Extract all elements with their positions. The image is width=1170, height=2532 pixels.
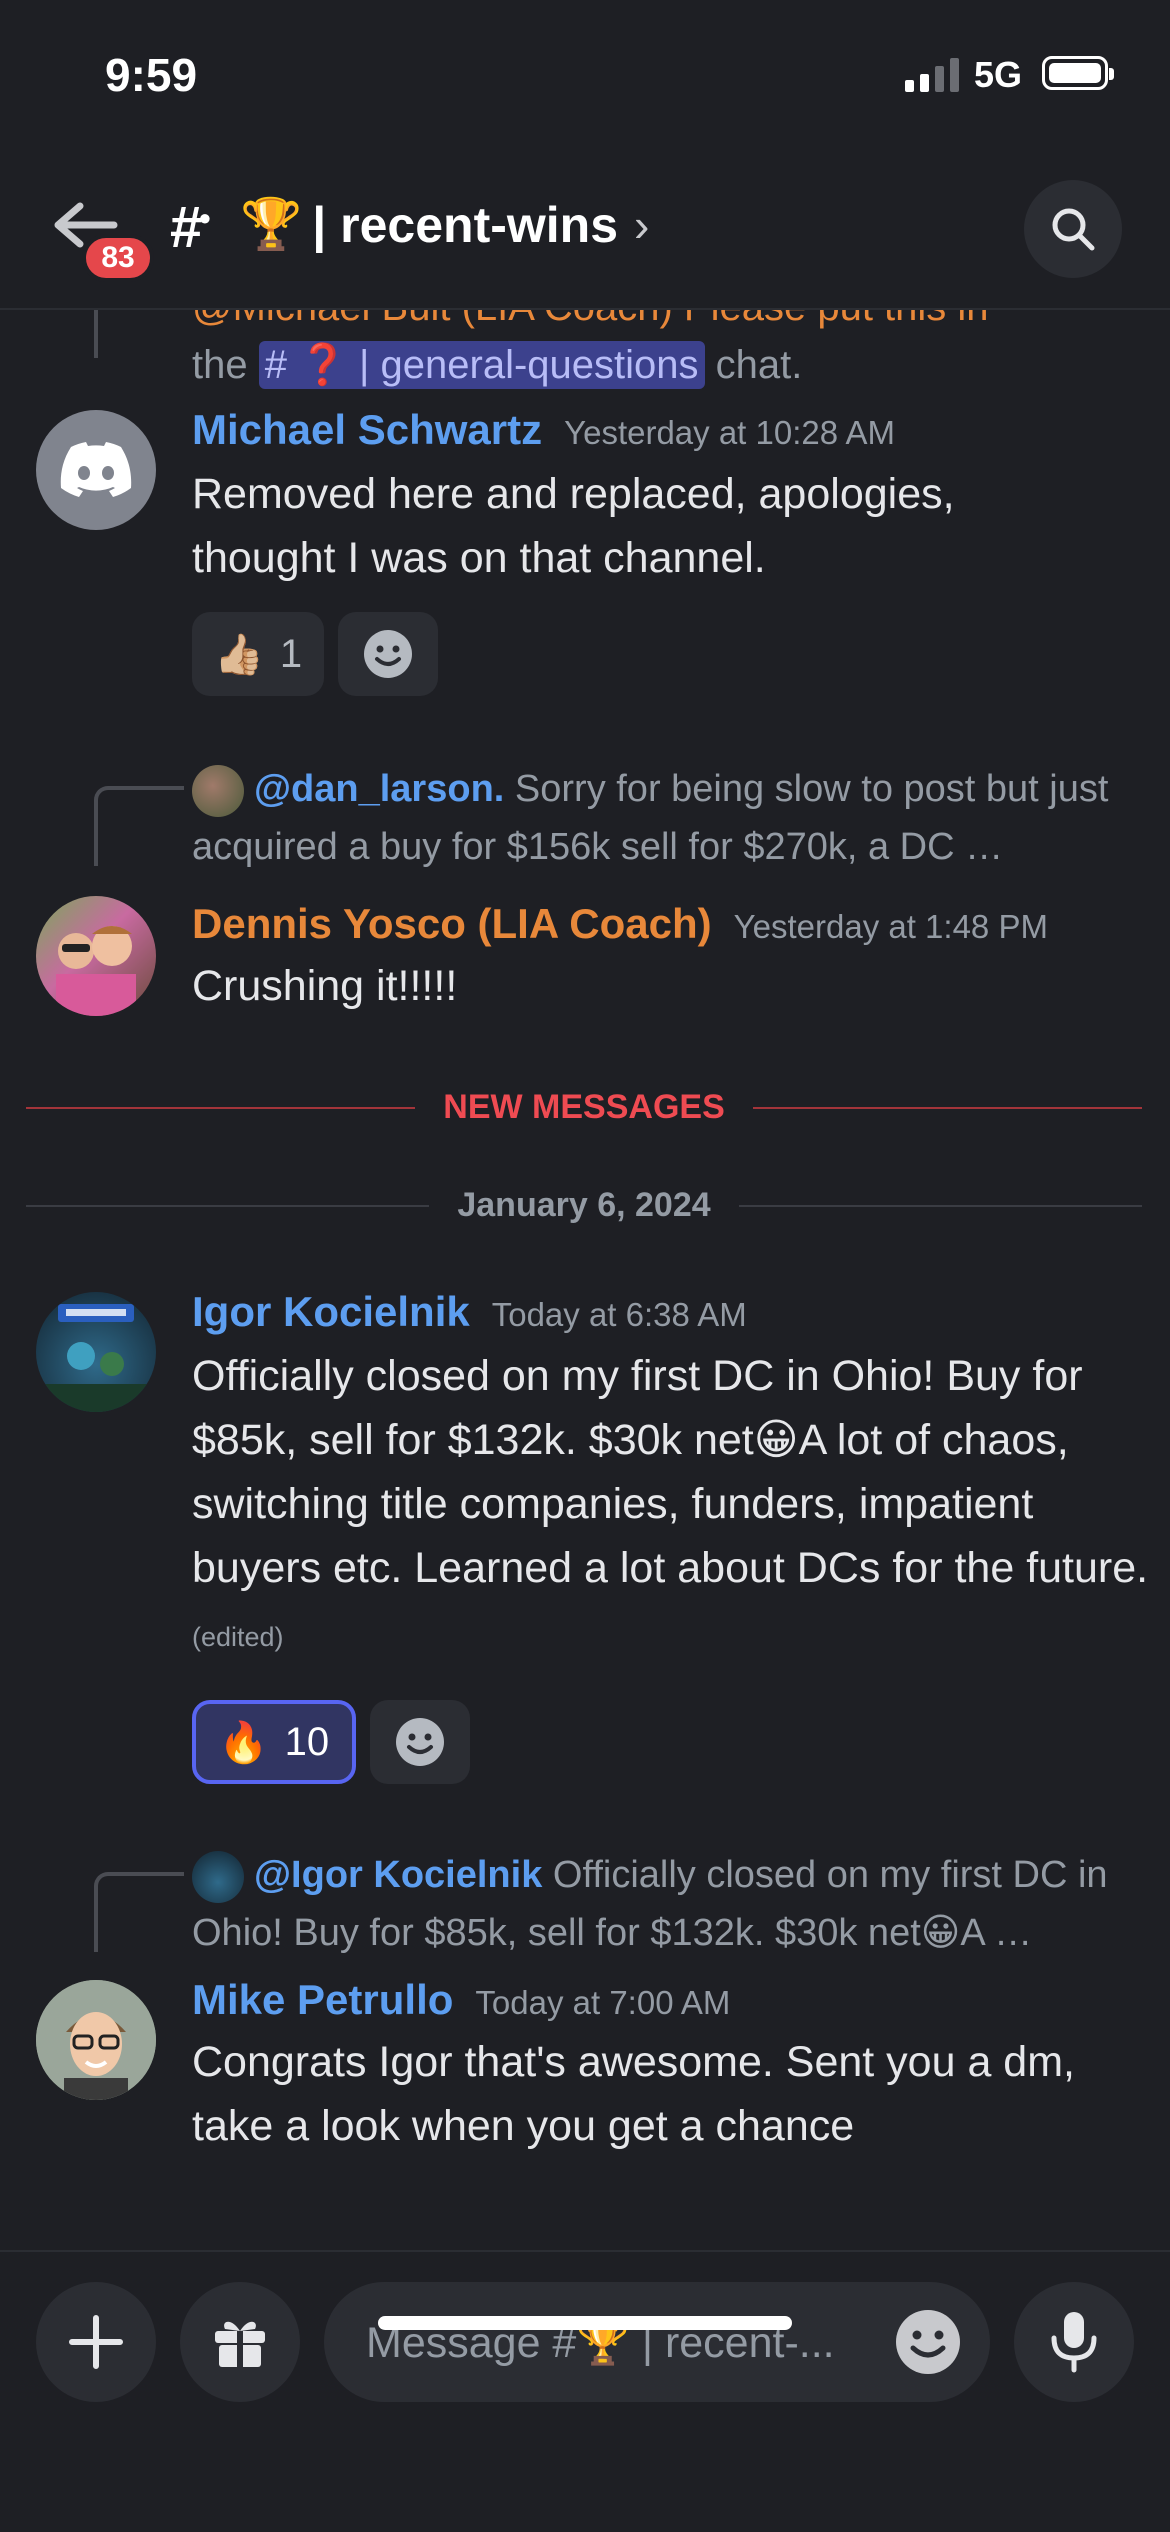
author-name[interactable]: Mike Petrullo Today at 7:00 AM <box>192 1976 730 2024</box>
date-divider: January 6, 2024 <box>26 1186 1143 1225</box>
add-reaction-icon <box>396 1718 444 1766</box>
partial-top-line: @Michael Bult (LIA Coach) Please put thi… <box>192 310 1132 336</box>
message-body: Officially closed on my first DC in Ohio… <box>192 1352 1149 1652</box>
edited-label: (edited) <box>192 1622 284 1652</box>
signal-strength-icon <box>905 58 959 92</box>
microphone-icon <box>1051 2312 1097 2373</box>
reply-preview[interactable]: @dan_larson. Sorry for being slow to pos… <box>192 760 1132 876</box>
channel-header: 83 #● 🏆 | recent-wins › <box>0 150 1170 310</box>
channel-name: | recent-wins <box>312 196 619 253</box>
avatar-mike-petrullo[interactable] <box>36 1980 156 2100</box>
add-attachment-button[interactable] <box>36 2282 156 2402</box>
channel-mention[interactable]: # ❓ | general-questions <box>258 341 705 389</box>
avatar-dennis-yosco[interactable] <box>36 896 156 1016</box>
reply-avatar <box>192 1850 244 1903</box>
channel-hash-icon: #● <box>170 195 212 260</box>
message-body: Removed here and replaced, apologies, th… <box>192 470 955 582</box>
add-reaction-icon <box>364 630 413 678</box>
emoji-icon[interactable] <box>894 2308 962 2376</box>
unread-badge: 83 <box>82 234 154 282</box>
message-input[interactable]: Message #🏆 | recent-... <box>324 2282 990 2402</box>
reply-connector <box>94 310 98 358</box>
channel-emoji: 🏆 <box>240 196 303 252</box>
reply-connector <box>94 1872 184 1952</box>
avatar-photo <box>56 926 136 1016</box>
reply-avatar <box>192 764 244 817</box>
battery-icon <box>1042 56 1114 90</box>
add-reaction-button[interactable] <box>338 612 439 696</box>
reply-connector <box>94 786 184 866</box>
discord-logo-icon <box>60 442 132 497</box>
avatar-photo <box>36 1304 156 1412</box>
status-bar: 9:59 5G <box>0 0 1170 150</box>
channel-title[interactable]: 🏆 | recent-wins › <box>240 195 649 254</box>
plus-icon <box>69 2315 123 2369</box>
chevron-right-icon: › <box>634 198 650 251</box>
message-partial: @Michael Bult (LIA Coach) Please put thi… <box>192 310 1132 394</box>
reactions: 👍🏼 1 <box>192 612 439 696</box>
author-name[interactable]: Michael Schwartz Yesterday at 10:28 AM <box>192 406 895 454</box>
reaction-count: 10 <box>284 1719 330 1764</box>
status-time: 9:59 <box>105 49 198 101</box>
gift-button[interactable] <box>180 2282 300 2402</box>
reaction-thumbs-up[interactable]: 👍🏼 1 <box>192 612 325 696</box>
reactions: 🔥 10 <box>192 1700 470 1784</box>
fire-icon: 🔥 <box>218 1720 269 1765</box>
timestamp: Today at 7:00 AM <box>475 1984 731 2021</box>
avatar-michael-schwartz[interactable] <box>36 410 156 530</box>
timestamp: Yesterday at 1:48 PM <box>733 908 1048 945</box>
message-composer: Message #🏆 | recent-... <box>0 2250 1170 2532</box>
voice-message-button[interactable] <box>1014 2282 1134 2402</box>
author-name[interactable]: Igor Kocielnik Today at 6:38 AM <box>192 1288 747 1336</box>
new-messages-divider: NEW MESSAGES <box>26 1088 1143 1127</box>
add-reaction-button[interactable] <box>370 1700 470 1784</box>
partial-bottom-line: the # ❓ | general-questions chat. <box>192 341 803 389</box>
search-icon <box>1052 208 1095 251</box>
home-indicator[interactable] <box>378 2316 792 2330</box>
reaction-fire[interactable]: 🔥 10 <box>192 1700 356 1784</box>
message-body: Crushing it!!!!! <box>192 962 458 1010</box>
timestamp: Yesterday at 10:28 AM <box>564 414 895 451</box>
search-button[interactable] <box>1024 180 1122 278</box>
author-name[interactable]: Dennis Yosco (LIA Coach) Yesterday at 1:4… <box>192 900 1048 948</box>
thumbs-up-icon: 👍🏼 <box>214 632 264 677</box>
timestamp: Today at 6:38 AM <box>491 1296 747 1333</box>
reply-preview[interactable]: @Igor Kocielnik Officially closed on my … <box>192 1846 1132 1962</box>
message-body: Congrats Igor that's awesome. Sent you a… <box>192 2038 1075 2150</box>
gift-icon <box>215 2321 265 2367</box>
avatar-igor-kocielnik[interactable] <box>36 1292 156 1412</box>
network-type: 5G <box>974 54 1023 95</box>
avatar-photo <box>36 1980 156 2100</box>
message-list[interactable]: @Michael Bult (LIA Coach) Please put thi… <box>0 310 1170 2250</box>
reaction-count: 1 <box>279 631 303 676</box>
